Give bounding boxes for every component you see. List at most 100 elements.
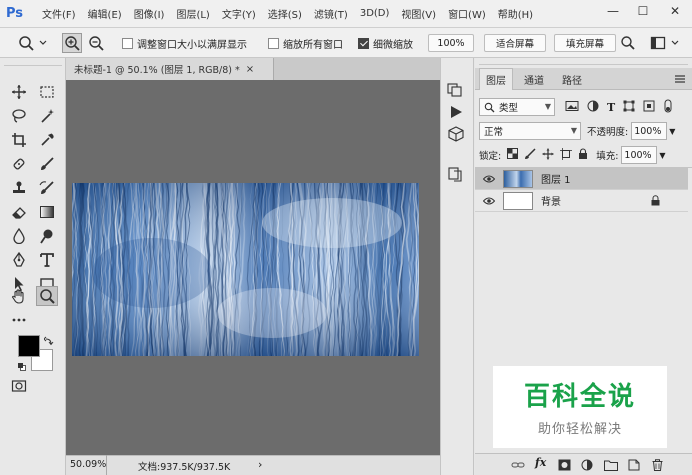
menu-filter[interactable]: 滤镜(T) bbox=[308, 6, 354, 21]
watermark: 百科全说 助你轻松解决 bbox=[493, 366, 667, 448]
menu-type[interactable]: 文字(Y) bbox=[216, 6, 262, 21]
quick-mask-button[interactable] bbox=[8, 376, 30, 396]
gradient-tool[interactable] bbox=[36, 202, 58, 222]
lasso-tool[interactable] bbox=[8, 106, 30, 126]
adjustment-layer-button[interactable] bbox=[581, 459, 593, 474]
menu-3d[interactable]: 3D(D) bbox=[354, 8, 396, 19]
document-tab-close[interactable]: × bbox=[246, 64, 254, 75]
character-panel-button[interactable] bbox=[447, 166, 465, 185]
menu-image[interactable]: 图像(I) bbox=[128, 6, 171, 21]
3d-panel-button[interactable] bbox=[447, 126, 465, 145]
marquee-tool[interactable] bbox=[36, 82, 58, 102]
search-button[interactable] bbox=[620, 33, 636, 53]
scrubby-zoom-check[interactable] bbox=[358, 37, 369, 49]
tab-channels[interactable]: 通道 bbox=[517, 68, 551, 90]
link-layers-button[interactable] bbox=[511, 459, 525, 474]
zoom-all-windows-checkbox[interactable]: 缩放所有窗口 bbox=[268, 33, 343, 53]
canvas-image[interactable] bbox=[72, 183, 419, 356]
crop-tool[interactable] bbox=[8, 130, 30, 150]
new-group-button[interactable] bbox=[604, 459, 618, 474]
panel-grip[interactable] bbox=[479, 59, 688, 65]
blend-mode-select[interactable]: 正常 ▼ bbox=[479, 122, 581, 140]
brush-tool[interactable] bbox=[36, 154, 58, 174]
more-tools-button[interactable] bbox=[8, 310, 30, 330]
filter-adjustment-button[interactable] bbox=[587, 100, 599, 115]
layer-row-1[interactable]: 图层 1 bbox=[475, 168, 688, 190]
resize-windows-checkbox[interactable]: 调整窗口大小以满屏显示 bbox=[122, 33, 247, 53]
layer-filter-select[interactable]: 类型 ▼ bbox=[479, 98, 555, 116]
document-tab[interactable]: 未标题-1 @ 50.1% (图层 1, RGB/8) * × bbox=[66, 58, 274, 80]
history-brush-tool[interactable] bbox=[36, 178, 58, 198]
zoom-out-mode-button[interactable] bbox=[88, 33, 104, 53]
menu-layer[interactable]: 图层(L) bbox=[170, 6, 215, 21]
healing-brush-tool[interactable] bbox=[8, 154, 30, 174]
zoom-tool-preset[interactable] bbox=[18, 33, 48, 53]
lock-artboard-button[interactable] bbox=[560, 147, 573, 163]
opacity-dropdown-arrow[interactable]: ▼ bbox=[669, 127, 675, 136]
lock-transparent-button[interactable] bbox=[507, 148, 519, 162]
visibility-eye-icon[interactable] bbox=[475, 197, 503, 205]
layer-row-background[interactable]: 背景 bbox=[475, 190, 688, 212]
folder-icon bbox=[604, 460, 618, 471]
add-mask-button[interactable] bbox=[558, 459, 571, 474]
actions-panel-button[interactable] bbox=[448, 104, 464, 123]
close-button[interactable]: ✕ bbox=[660, 0, 690, 22]
fx-icon[interactable]: fx bbox=[535, 456, 546, 469]
filter-toggle-button[interactable] bbox=[663, 99, 673, 116]
clone-stamp-tool[interactable] bbox=[8, 178, 30, 198]
delete-layer-button[interactable] bbox=[652, 459, 663, 474]
tab-paths[interactable]: 路径 bbox=[555, 68, 589, 90]
foreground-color-swatch[interactable] bbox=[18, 335, 40, 357]
zoom-in-mode-button[interactable] bbox=[62, 33, 82, 53]
lock-all-button[interactable] bbox=[578, 147, 588, 163]
dodge-icon bbox=[40, 229, 53, 244]
minimize-button[interactable]: — bbox=[598, 0, 628, 22]
fit-screen-button[interactable]: 适合屏幕 bbox=[484, 34, 546, 52]
filter-shape-button[interactable] bbox=[623, 100, 635, 115]
visibility-eye-icon[interactable] bbox=[475, 175, 503, 183]
pen-tool[interactable] bbox=[8, 250, 30, 270]
menu-file[interactable]: 文件(F) bbox=[36, 6, 82, 21]
filter-smart-object-button[interactable] bbox=[643, 100, 655, 115]
status-zoom[interactable]: 50.09% bbox=[70, 459, 106, 470]
history-panel-button[interactable] bbox=[446, 82, 466, 101]
swap-colors-button[interactable] bbox=[43, 336, 54, 349]
zoom-tool[interactable] bbox=[36, 286, 58, 306]
filter-pixel-button[interactable] bbox=[565, 100, 579, 115]
fill-dropdown-arrow[interactable]: ▼ bbox=[659, 151, 665, 160]
magic-wand-tool[interactable] bbox=[36, 106, 58, 126]
fill-screen-button[interactable]: 填充屏幕 bbox=[554, 34, 616, 52]
cube-icon bbox=[448, 126, 464, 142]
opacity-input[interactable]: 100% bbox=[631, 122, 668, 140]
panel-menu-button[interactable] bbox=[674, 73, 686, 88]
resize-windows-check[interactable] bbox=[122, 37, 133, 49]
menu-view[interactable]: 视图(V) bbox=[395, 6, 442, 21]
maximize-button[interactable]: ☐ bbox=[628, 0, 658, 22]
workspace-button[interactable] bbox=[650, 33, 684, 53]
move-tool[interactable] bbox=[8, 82, 30, 102]
menu-help[interactable]: 帮助(H) bbox=[492, 6, 539, 21]
blur-tool[interactable] bbox=[8, 226, 30, 246]
fill-input[interactable]: 100% bbox=[621, 146, 658, 164]
menu-select[interactable]: 选择(S) bbox=[262, 6, 308, 21]
zoom-all-windows-check[interactable] bbox=[268, 37, 279, 49]
dodge-tool[interactable] bbox=[36, 226, 58, 246]
zoom-100-button[interactable]: 100% bbox=[428, 34, 474, 52]
menu-window[interactable]: 窗口(W) bbox=[442, 6, 492, 21]
fill-value: 100% bbox=[624, 149, 652, 161]
menu-edit[interactable]: 编辑(E) bbox=[82, 6, 128, 21]
toolbox-grip[interactable] bbox=[4, 60, 62, 66]
status-menu-arrow[interactable]: › bbox=[258, 458, 262, 471]
new-layer-button[interactable] bbox=[628, 459, 640, 474]
hand-tool[interactable] bbox=[8, 286, 30, 306]
eyedropper-tool[interactable] bbox=[36, 130, 58, 150]
lock-position-button[interactable] bbox=[542, 148, 554, 163]
tab-layers[interactable]: 图层 bbox=[479, 68, 513, 90]
eraser-tool[interactable] bbox=[8, 202, 30, 222]
type-filter-icon[interactable]: T bbox=[607, 101, 615, 114]
lock-pixels-button[interactable] bbox=[524, 147, 536, 163]
scrubby-zoom-checkbox[interactable]: 细微缩放 bbox=[358, 33, 413, 53]
type-tool[interactable] bbox=[36, 250, 58, 270]
default-colors-button[interactable] bbox=[17, 362, 27, 375]
lock-label: 锁定: bbox=[479, 151, 502, 162]
